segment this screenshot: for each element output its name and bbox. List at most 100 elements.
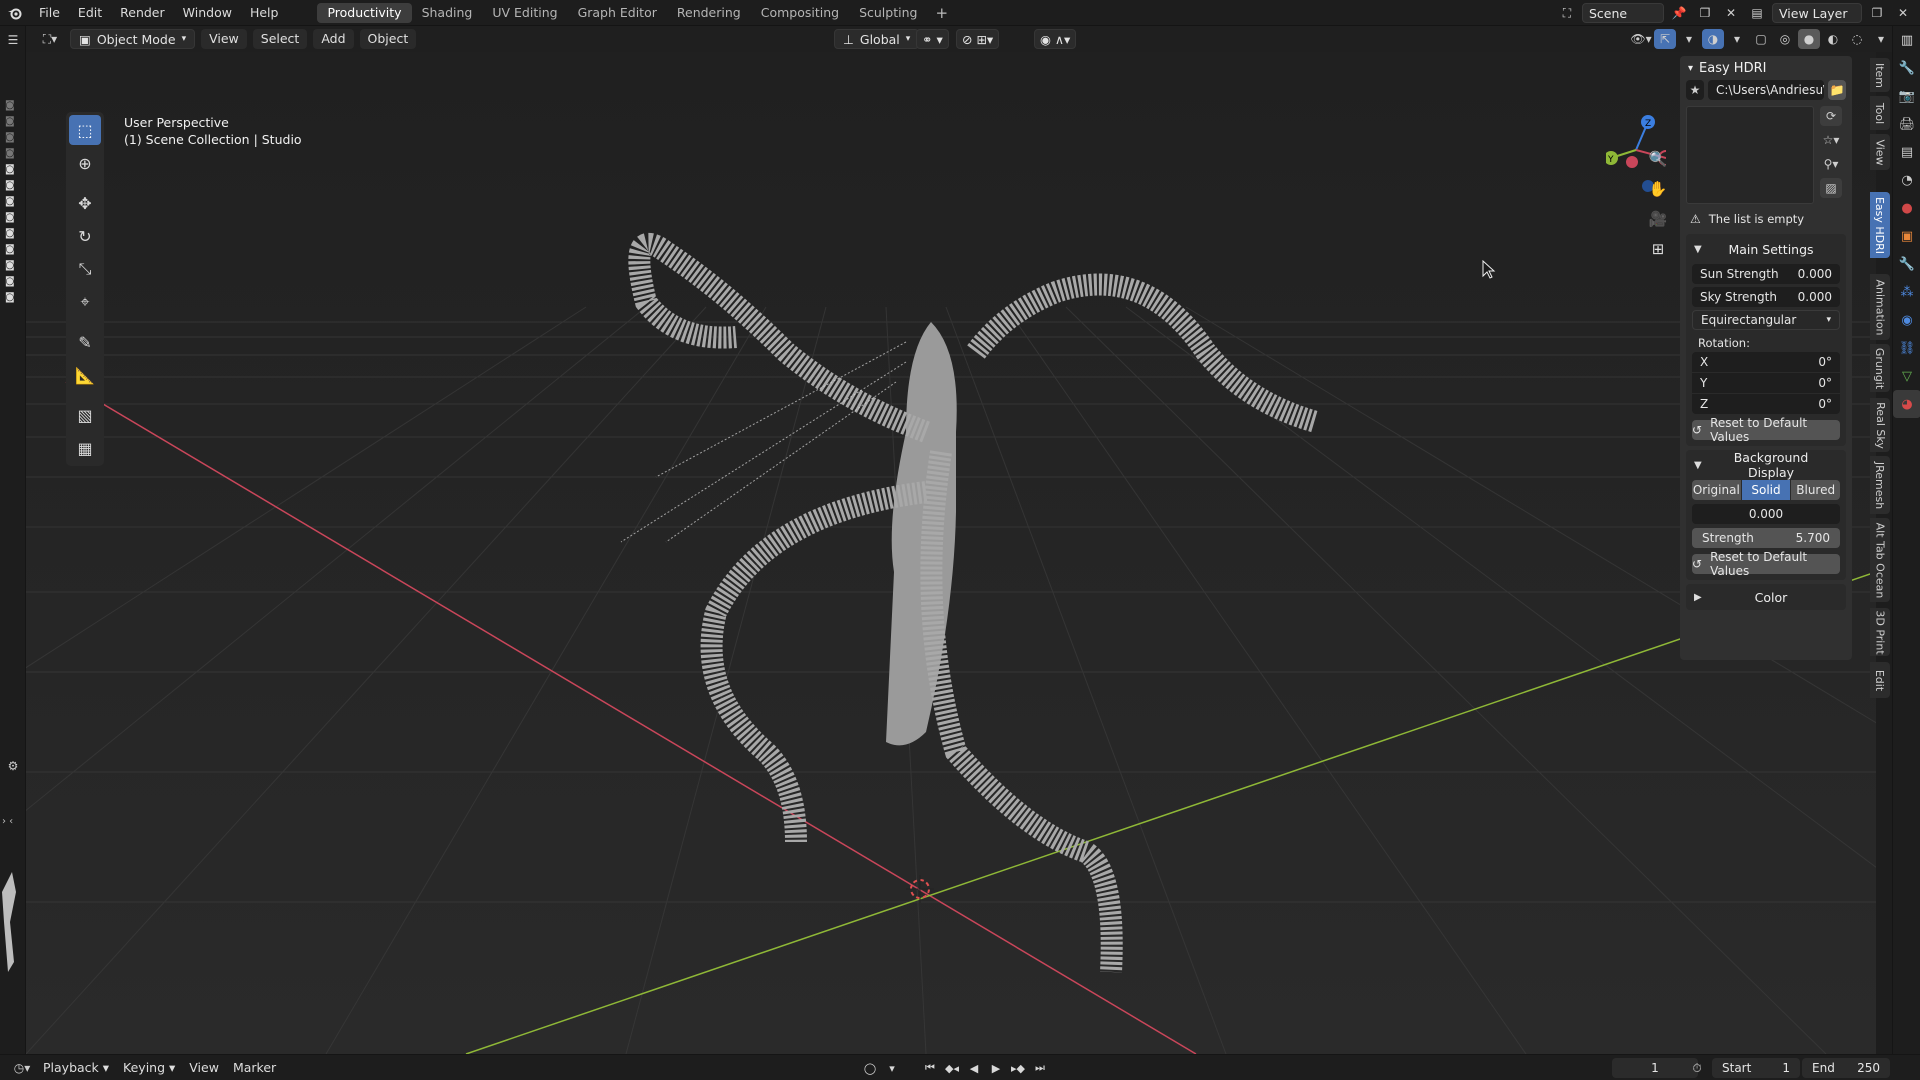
refresh-icon[interactable]: ⟳ [1820, 106, 1842, 126]
display-value-field[interactable]: 0.000 [1692, 504, 1840, 524]
rotation-x-field[interactable]: X 0° [1692, 352, 1840, 372]
menu-help[interactable]: Help [241, 0, 288, 26]
constraints-properties-icon[interactable]: ⛓ [1893, 334, 1920, 362]
tab-alt-tab-ocean[interactable]: Alt Tab Ocean [1870, 518, 1890, 602]
tab-grungit[interactable]: Grungit [1870, 344, 1890, 392]
blender-logo-icon[interactable] [0, 0, 30, 26]
tab-edit[interactable]: Edit [1870, 662, 1890, 698]
folder-icon[interactable]: 📁 [1828, 80, 1846, 100]
rotate-tool-icon[interactable]: ↻ [69, 221, 101, 251]
overlay-toggle-icon[interactable]: ◑ [1702, 29, 1724, 49]
hdri-path-field[interactable]: C:\Users\Andriesu\... [1708, 80, 1824, 100]
gizmo-dropdown-icon[interactable]: ▾ [1678, 29, 1700, 49]
physics-properties-icon[interactable]: ◉ [1893, 306, 1920, 334]
snap-dropdown[interactable]: ⊘ ⊞▾ [956, 29, 1000, 49]
reset-background-button[interactable]: ↺ Reset to Default Values [1692, 550, 1840, 578]
projection-dropdown[interactable]: Equirectangular ▾ [1692, 310, 1840, 330]
output-properties-icon[interactable]: 🖨 [1893, 110, 1920, 138]
camera-icon[interactable]: ◙ [5, 244, 15, 255]
camera-icon[interactable]: ◙ [5, 228, 15, 239]
transform-orientation-dropdown[interactable]: ⊥ Global ▾ [834, 29, 920, 49]
tab-real-sky[interactable]: Real Sky [1870, 398, 1890, 452]
mode-dropdown[interactable]: ▣ Object Mode ▾ [70, 29, 196, 49]
scene-properties-icon[interactable]: ◔ [1893, 166, 1920, 194]
modifier-properties-icon[interactable]: 🔧 [1893, 250, 1920, 278]
xray-icon[interactable]: ▢ [1750, 29, 1772, 49]
record-icon[interactable]: ◯ [860, 1059, 880, 1077]
tab-jremesh[interactable]: JRemesh [1870, 456, 1890, 514]
add-workspace-icon[interactable]: + [927, 4, 956, 22]
filter-dropdown-icon[interactable]: ⚲▾ [1820, 154, 1842, 174]
camera-icon[interactable]: ◙ [5, 116, 15, 127]
rotation-y-field[interactable]: Y 0° [1692, 373, 1840, 393]
grid-fill-tool-icon[interactable]: ▦ [69, 433, 101, 463]
favorite-star-icon[interactable]: ★ [1686, 80, 1704, 100]
camera-icon[interactable]: ◙ [5, 164, 15, 175]
bg-strength-field[interactable]: Strength 5.700 [1692, 528, 1840, 548]
perspective-toggle-icon[interactable]: ⊞ [1645, 236, 1671, 262]
zoom-icon[interactable]: 🔍 [1645, 146, 1671, 172]
pan-hand-icon[interactable]: ✋ [1645, 176, 1671, 202]
option-solid[interactable]: Solid [1741, 480, 1791, 500]
scene-field[interactable]: Scene [1582, 3, 1664, 23]
play-icon[interactable]: ▶ [986, 1059, 1006, 1077]
editor-type-icon[interactable]: ⛶▾ [34, 29, 66, 49]
annotate-tool-icon[interactable]: ✎ [69, 327, 101, 357]
world-properties-icon[interactable]: ● [1893, 194, 1920, 222]
sky-strength-field[interactable]: Sky Strength 0.000 [1692, 287, 1840, 307]
next-keyframe-icon[interactable]: ▸◆ [1008, 1059, 1028, 1077]
scene-icon[interactable]: ⛶ [1556, 3, 1578, 23]
pivot-dropdown[interactable]: ⚭ ▾ [916, 29, 949, 49]
material-shading-icon[interactable]: ◐ [1822, 29, 1844, 49]
tab-tool[interactable]: Tool [1870, 96, 1890, 130]
camera-icon[interactable]: ◙ [5, 196, 15, 207]
tab-graph-editor[interactable]: Graph Editor [568, 3, 667, 23]
menu-file[interactable]: File [30, 0, 69, 26]
overlay-dropdown-icon[interactable]: ▾ [1726, 29, 1748, 49]
gizmo-toggle-icon[interactable]: ⇱ [1654, 29, 1676, 49]
scale-tool-icon[interactable]: ⤡ [69, 254, 101, 284]
preview-range-icon[interactable]: ⏱ [1686, 1058, 1708, 1078]
menu-add[interactable]: Add [313, 29, 354, 49]
reset-main-button[interactable]: ↺ Reset to Default Values [1692, 416, 1840, 444]
shading-dropdown-icon[interactable]: ▾ [1870, 29, 1892, 49]
visibility-icon[interactable]: 👁▾ [1630, 29, 1652, 49]
camera-icon[interactable]: ◙ [5, 276, 15, 287]
tab-productivity[interactable]: Productivity [317, 2, 412, 23]
tab-animation[interactable]: Animation [1870, 274, 1890, 340]
tool-properties-icon[interactable]: 🔧 [1893, 54, 1920, 82]
favorites-dropdown-icon[interactable]: ☆▾ [1820, 130, 1842, 150]
select-box-tool-icon[interactable]: ⬚ [69, 115, 101, 145]
play-reverse-icon[interactable]: ◀ [964, 1059, 984, 1077]
main-settings-header[interactable]: ▼ Main Settings [1686, 238, 1846, 260]
end-frame-field[interactable]: End 250 [1802, 1058, 1890, 1078]
prev-keyframe-icon[interactable]: ◆◂ [942, 1059, 962, 1077]
panel-header[interactable]: ▾ Easy HDRI [1680, 56, 1852, 80]
menu-edit[interactable]: Edit [69, 0, 111, 26]
render-properties-icon[interactable]: 📷 [1893, 82, 1920, 110]
camera-icon[interactable]: ◙ [5, 292, 15, 303]
tab-easy-hdri[interactable]: Easy HDRI [1870, 192, 1890, 258]
new-scene-icon[interactable]: ❐ [1694, 3, 1716, 23]
solid-shading-icon[interactable]: ● [1798, 29, 1820, 49]
move-tool-icon[interactable]: ✥ [69, 188, 101, 218]
menu-keying[interactable]: Keying ▾ [116, 1060, 182, 1075]
properties-editor-icon[interactable]: ⚙ [2, 756, 24, 776]
delete-scene-icon[interactable]: ✕ [1720, 3, 1742, 23]
jump-end-icon[interactable]: ⏭ [1030, 1059, 1050, 1077]
menu-object[interactable]: Object [359, 29, 417, 49]
rotation-z-field[interactable]: Z 0° [1692, 394, 1840, 414]
outliner-editor-icon[interactable]: ☰ [2, 30, 24, 50]
view-layer-field[interactable]: View Layer [1772, 3, 1862, 23]
material-properties-icon[interactable]: ◕ [1893, 390, 1920, 418]
image-icon[interactable]: ▨ [1820, 178, 1842, 198]
3d-viewport[interactable]: ⬚ ⊕ ✥ ↻ ⤡ ⌖ ✎ 📐 ▧ ▦ User Perspective (1)… [26, 52, 1876, 1054]
sun-strength-field[interactable]: Sun Strength 0.000 [1692, 264, 1840, 284]
new-view-layer-icon[interactable]: ❐ [1866, 3, 1888, 23]
rendered-shading-icon[interactable]: ◌ [1846, 29, 1868, 49]
data-properties-icon[interactable]: ▽ [1893, 362, 1920, 390]
camera-icon[interactable]: ◙ [5, 148, 15, 159]
collapse-arrows-icon[interactable]: › ‹ [2, 816, 24, 830]
tab-sculpting[interactable]: Sculpting [849, 3, 927, 23]
camera-icon[interactable]: ◙ [5, 132, 15, 143]
